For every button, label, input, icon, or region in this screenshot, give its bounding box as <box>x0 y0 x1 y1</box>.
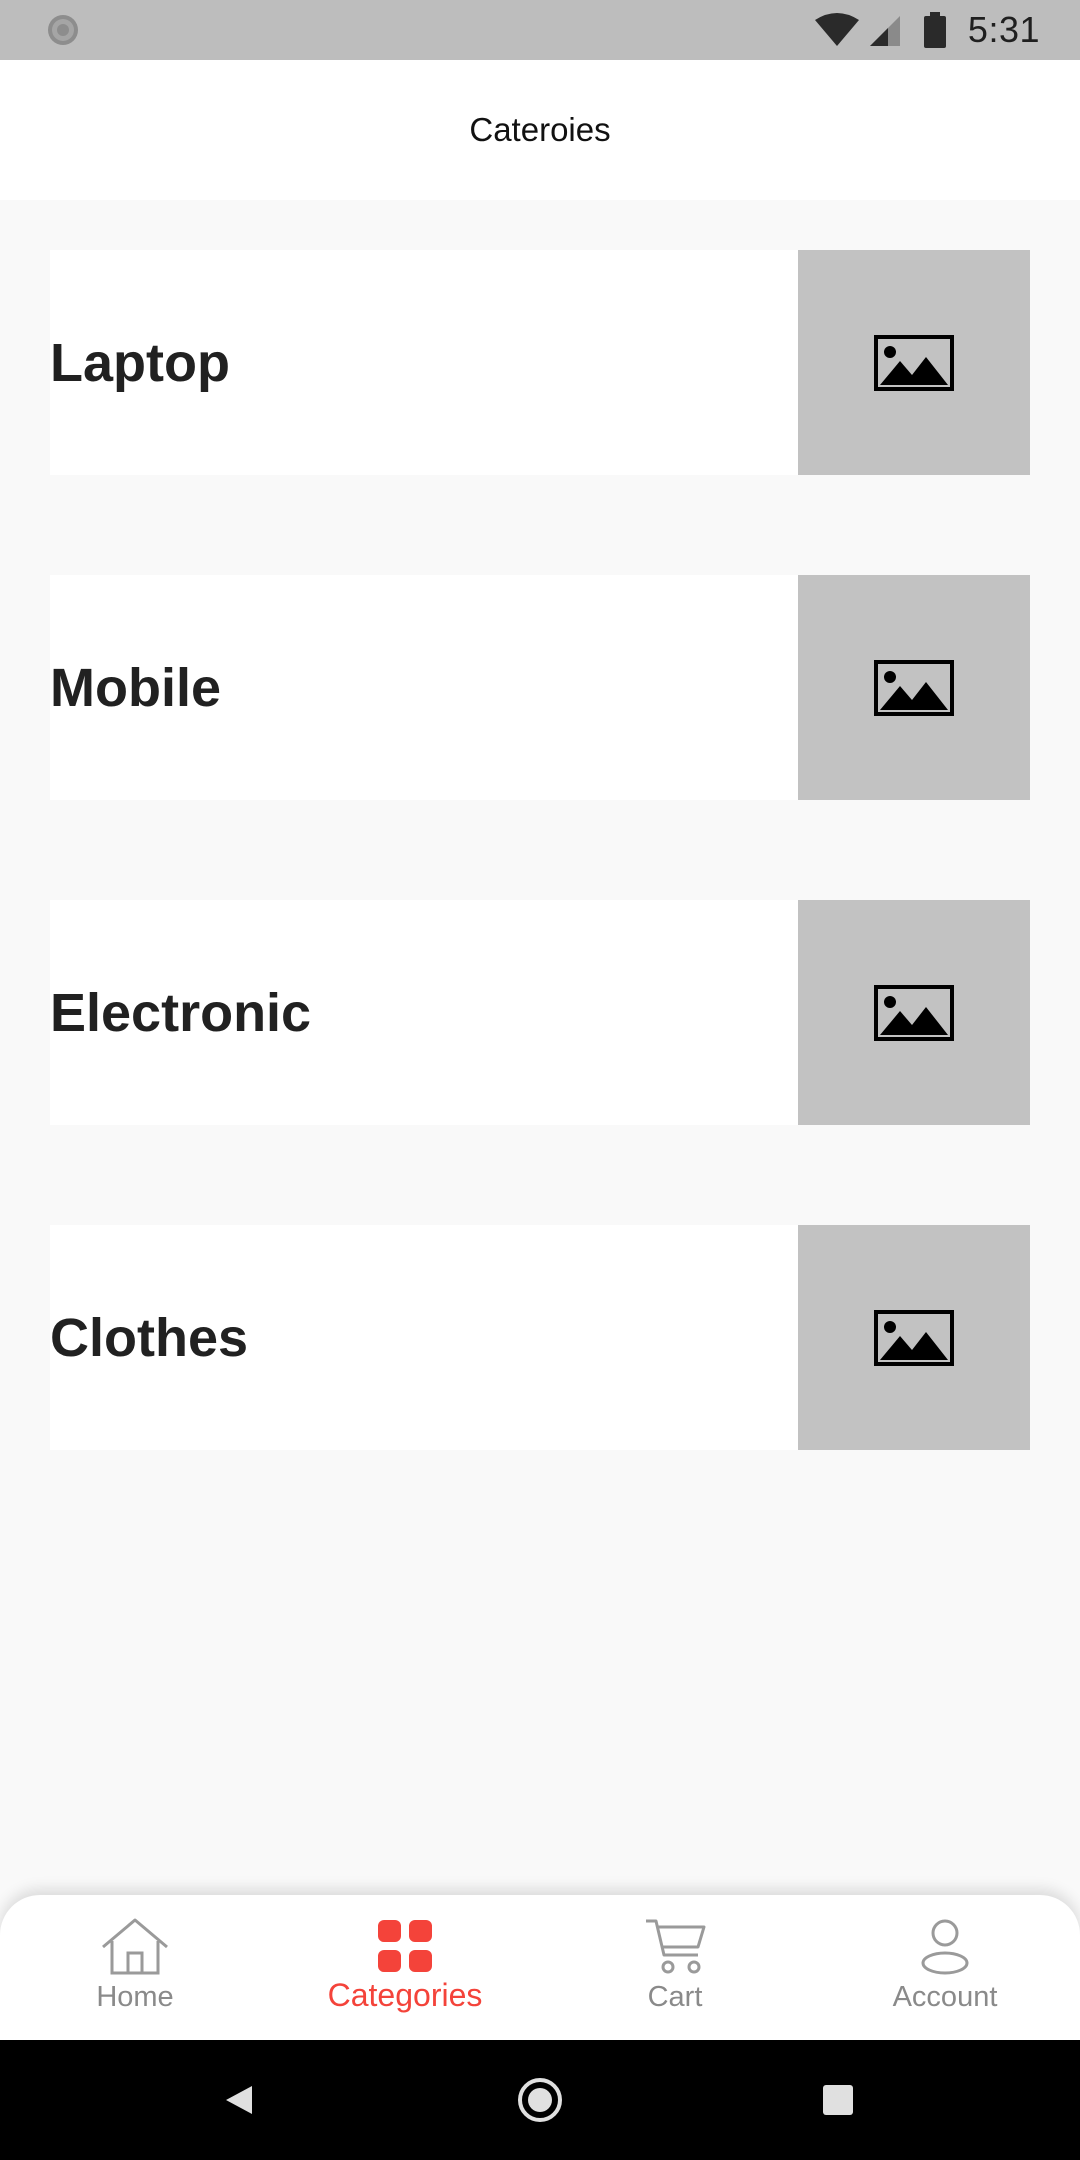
category-name: Mobile <box>50 657 221 718</box>
category-card-electronic[interactable]: Electronic <box>50 900 1030 1125</box>
category-image <box>798 575 1030 800</box>
category-list: Laptop Mobile Electronic Clothes <box>50 250 1030 1550</box>
nav-label: Cart <box>647 1981 703 2013</box>
nav-label: Home <box>96 1981 174 2013</box>
wifi-icon <box>814 13 859 46</box>
signal-icon <box>869 16 900 46</box>
status-time: 5:31 <box>967 9 1040 50</box>
system-nav-bar <box>0 2040 1080 2160</box>
category-card-mobile[interactable]: Mobile <box>50 575 1030 800</box>
category-card-laptop[interactable]: Laptop <box>50 250 1030 475</box>
category-card-clothes[interactable]: Clothes <box>50 1225 1030 1450</box>
category-image <box>798 1225 1030 1450</box>
page-title: Cateroies <box>469 111 611 148</box>
categories-grid-icon <box>370 1917 440 1975</box>
category-image <box>798 250 1030 475</box>
cart-icon <box>640 1917 710 1975</box>
recents-square-icon <box>823 2085 853 2115</box>
back-triangle-icon <box>226 2086 252 2114</box>
recents-button[interactable] <box>808 2040 868 2160</box>
app-bar: Cateroies <box>0 60 1080 200</box>
home-circle-icon <box>518 2078 562 2122</box>
sync-icon <box>48 15 78 45</box>
image-placeholder-icon <box>874 984 954 1041</box>
image-placeholder-icon <box>874 334 954 391</box>
nav-label: Categories <box>327 1977 483 2013</box>
home-button[interactable] <box>508 2040 572 2160</box>
image-placeholder-icon <box>874 1309 954 1366</box>
nav-item-cart[interactable]: Cart <box>540 1895 810 2040</box>
status-bar: 5:31 <box>0 0 1080 60</box>
category-name: Electronic <box>50 982 312 1043</box>
home-icon <box>100 1917 170 1975</box>
image-placeholder-icon <box>874 659 954 716</box>
nav-item-categories[interactable]: Categories <box>270 1895 540 2040</box>
battery-icon <box>923 12 946 48</box>
status-icons: 5:31 <box>814 0 1040 60</box>
category-name: Clothes <box>50 1307 249 1368</box>
category-image <box>798 900 1030 1125</box>
nav-item-home[interactable]: Home <box>0 1895 270 2040</box>
account-icon <box>910 1917 980 1975</box>
nav-item-account[interactable]: Account <box>810 1895 1080 2040</box>
nav-label: Account <box>892 1981 998 2013</box>
bottom-nav: Home Categories Cart Account <box>0 1895 1080 2040</box>
back-button[interactable] <box>210 2040 270 2160</box>
category-name: Laptop <box>50 332 230 393</box>
